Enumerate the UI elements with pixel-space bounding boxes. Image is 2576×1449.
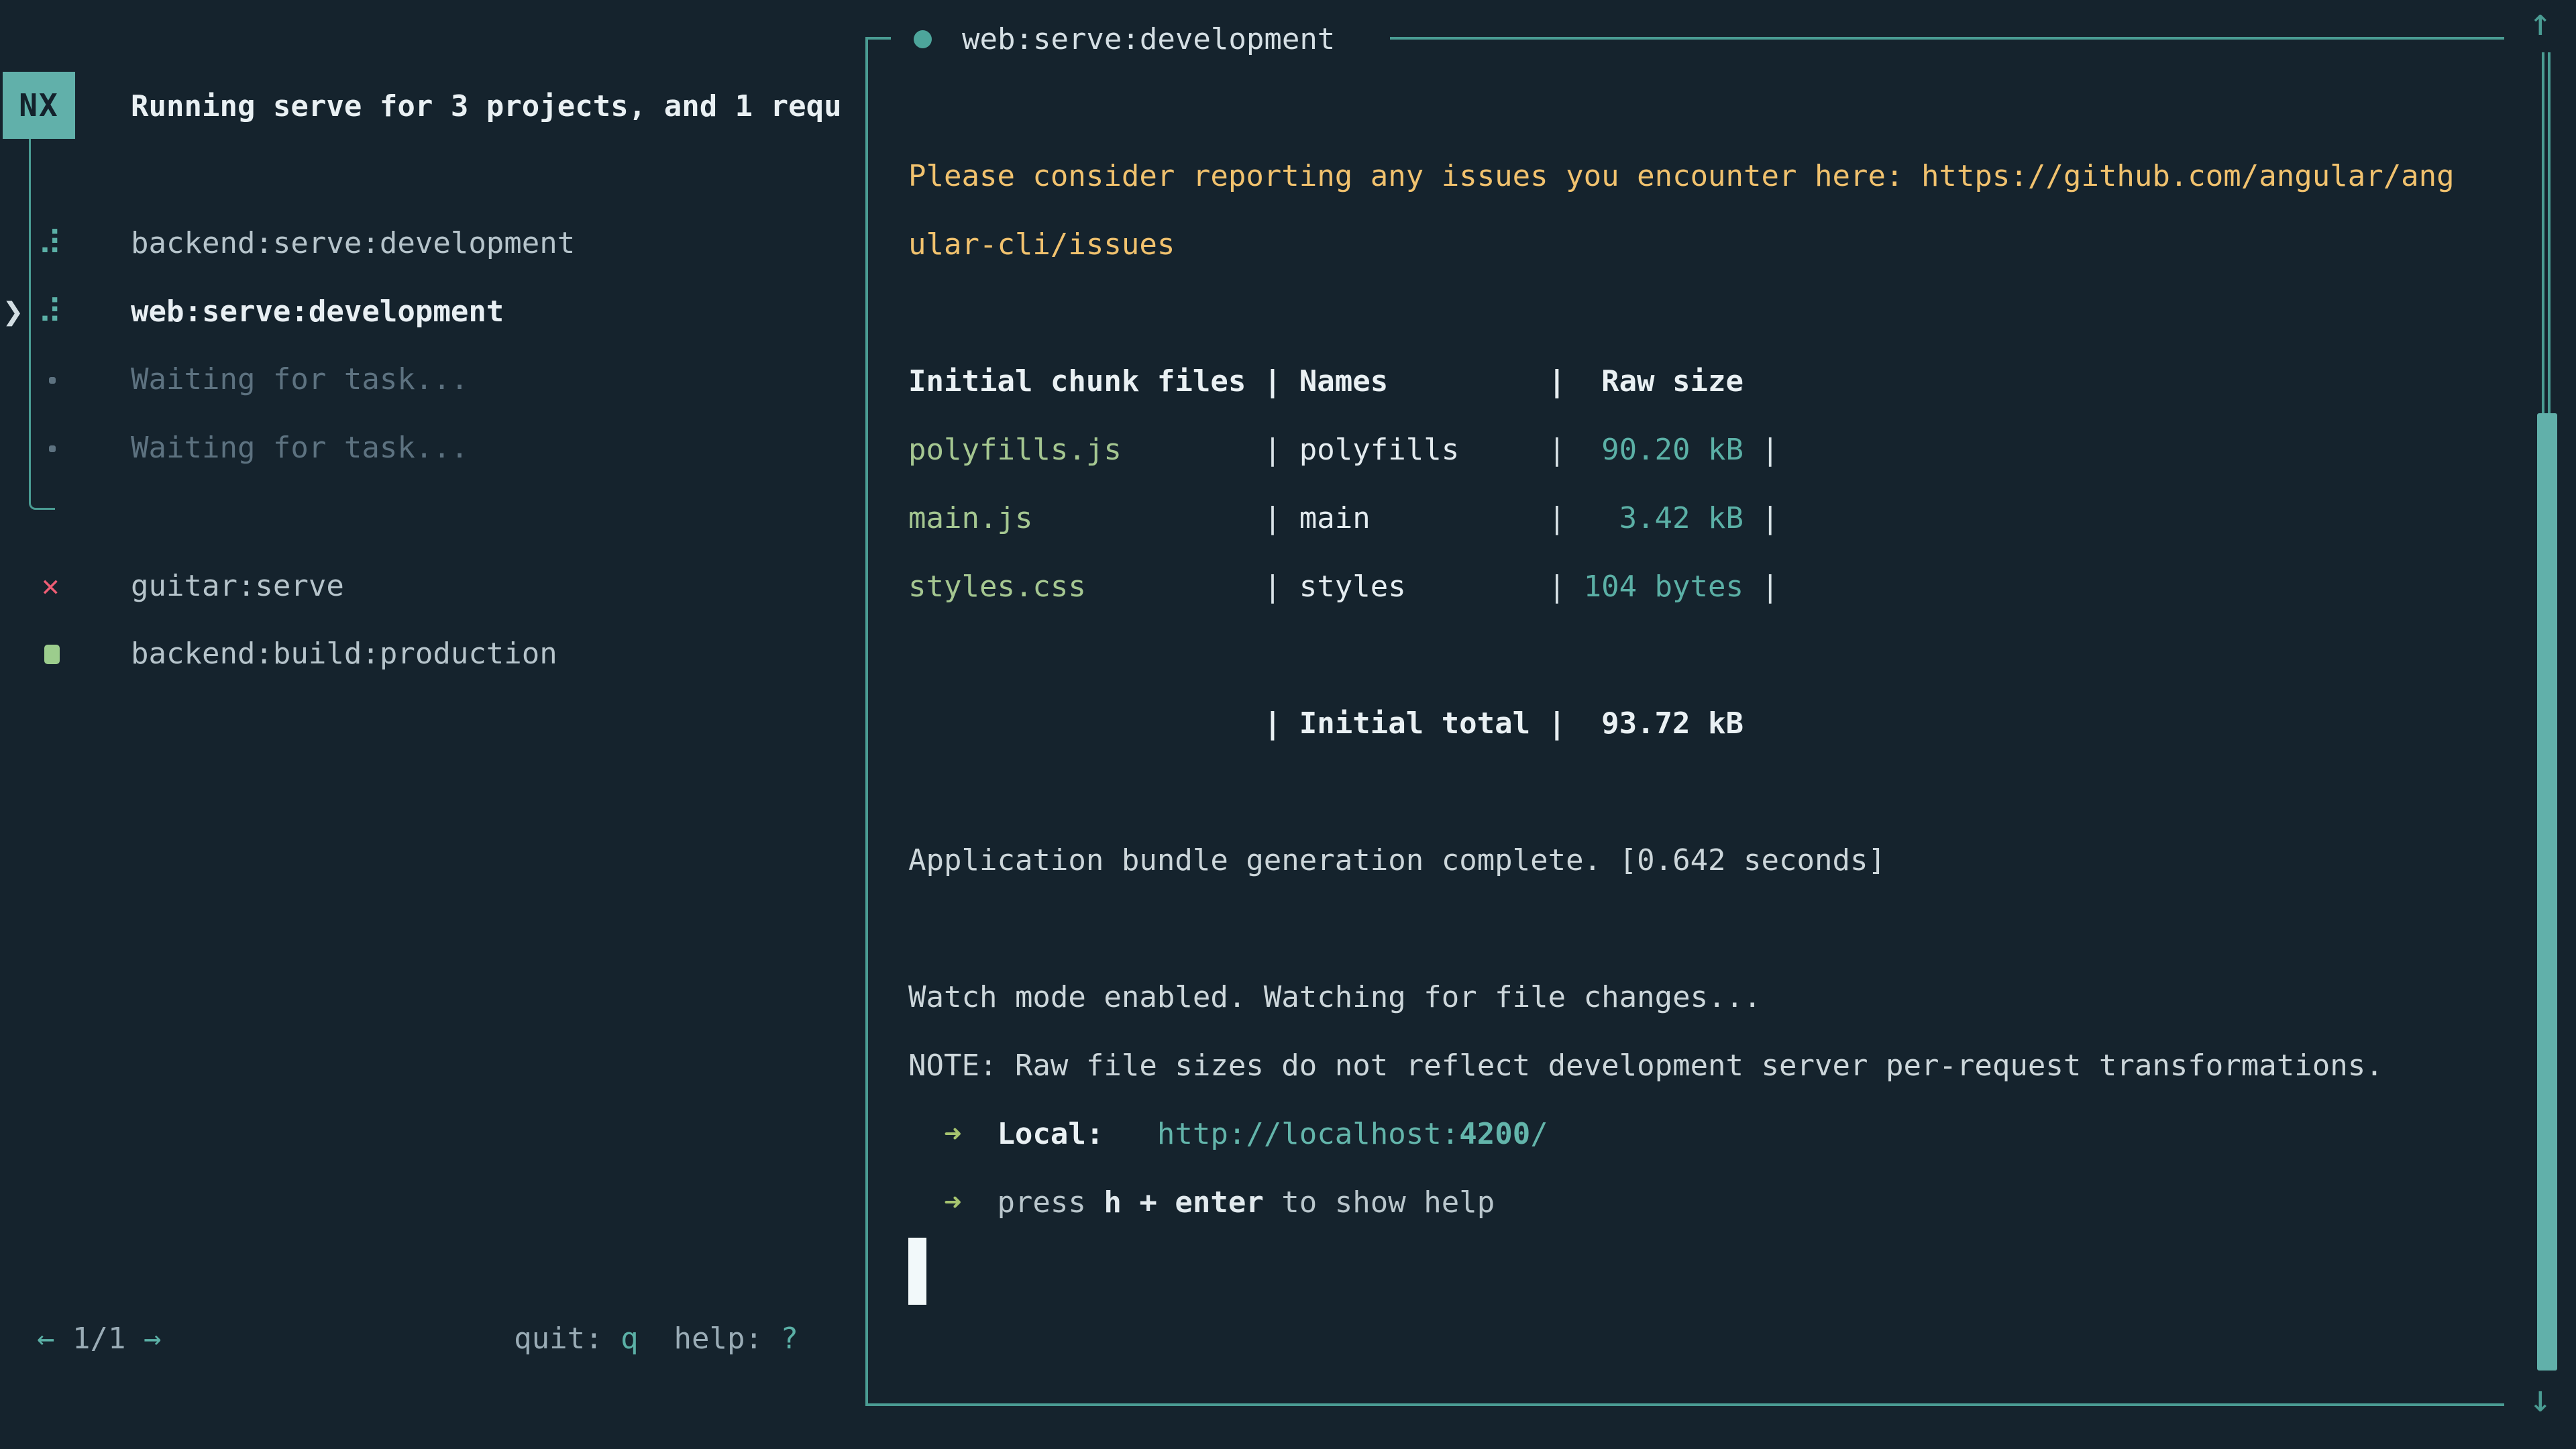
- pipe: |: [1264, 553, 1299, 621]
- total-size: 93.72 kB: [1584, 690, 1743, 758]
- notice-line-1: Please consider reporting any issues you…: [908, 142, 2505, 211]
- quit-key: q: [621, 1322, 639, 1356]
- pager-label: 1/1: [55, 1322, 144, 1356]
- total-label: Initial total: [1299, 690, 1548, 758]
- nx-logo-badge: NX: [3, 72, 75, 139]
- panel-top-border-stub: [865, 37, 891, 40]
- pipe: |: [1743, 484, 1779, 553]
- pipe: |: [1548, 416, 1584, 484]
- task-label: guitar:serve: [131, 552, 344, 621]
- table-header-row: Initial chunk files|Names|Raw size: [908, 347, 2505, 416]
- task-status-dot-icon: [914, 30, 932, 48]
- col-header-files: Initial chunk files: [908, 347, 1264, 416]
- blank-line: [908, 74, 2505, 142]
- pipe: |: [1743, 553, 1779, 621]
- pipe: |: [1264, 416, 1299, 484]
- pipe: |: [1548, 553, 1584, 621]
- scrollbar-thumb[interactable]: [2537, 413, 2557, 1371]
- chunk-name: polyfills: [1299, 416, 1548, 484]
- task-label: backend:serve:development: [131, 209, 575, 278]
- watch-mode-message: Watch mode enabled. Watching for file ch…: [908, 963, 2505, 1032]
- notice-line-2: ular-cli/issues: [908, 211, 2505, 279]
- task-row-waiting-2[interactable]: Waiting for task...: [0, 414, 865, 482]
- panel-bottom-border: [865, 1403, 2504, 1406]
- scroll-up-arrow-icon[interactable]: ↑: [2529, 4, 2552, 42]
- task-sidebar: NX Running serve for 3 projects, and 1 r…: [0, 0, 865, 1449]
- help-keys: h + enter: [1104, 1185, 1263, 1220]
- pipe: |: [1264, 484, 1299, 553]
- scroll-down-arrow-icon[interactable]: ↓: [2529, 1381, 2552, 1418]
- panel-title: web:serve:development: [962, 5, 1335, 74]
- pager: ← 1/1 →: [37, 1305, 161, 1373]
- pipe: |: [1548, 347, 1584, 416]
- nx-tui-terminal: { "header": { "badge": "NX", "title": "R…: [0, 0, 2576, 1449]
- chunk-name: styles: [1299, 553, 1548, 621]
- help-hint-line: ➜press h + enter to show help: [908, 1169, 2505, 1237]
- help-hint-label: help:: [639, 1322, 781, 1356]
- pager-next-icon[interactable]: →: [144, 1322, 162, 1356]
- keyboard-hints: quit: q help: ?: [514, 1305, 798, 1373]
- col-header-raw-size: Raw size: [1584, 347, 1743, 416]
- task-row-web-serve[interactable]: ⠼ web:serve:development: [0, 278, 865, 346]
- table-total-row: |Initial total|93.72 kB: [908, 690, 2505, 758]
- blank-line: [908, 279, 2505, 347]
- task-label-selected: web:serve:development: [131, 278, 504, 346]
- blank-line: [908, 758, 2505, 826]
- bundle-complete-message: Application bundle generation complete. …: [908, 826, 2505, 895]
- table-row: styles.css|styles|104 bytes|: [908, 553, 2505, 621]
- gap: [1104, 1117, 1157, 1151]
- help-key: ?: [781, 1322, 799, 1356]
- pipe: |: [1264, 690, 1299, 758]
- local-url-link[interactable]: http://localhost:4200/: [1157, 1117, 1548, 1151]
- blank-line: [908, 621, 2505, 690]
- task-row-guitar-serve[interactable]: ✕ guitar:serve: [0, 552, 865, 621]
- waiting-dot-icon: [49, 445, 56, 452]
- failed-x-icon: ✕: [42, 552, 60, 621]
- chunk-file: main.js: [908, 484, 1264, 553]
- success-square-icon: [44, 645, 60, 664]
- scrollbar-track[interactable]: [2542, 52, 2551, 413]
- arrow-right-icon: ➜: [944, 1100, 997, 1169]
- chunk-size: 104 bytes: [1584, 553, 1743, 621]
- task-row-waiting-1[interactable]: Waiting for task...: [0, 345, 865, 414]
- pager-prev-icon[interactable]: ←: [37, 1322, 55, 1356]
- local-label: Local:: [997, 1117, 1104, 1151]
- sidebar-status-bar: ← 1/1 → quit: q help: ?: [0, 1305, 865, 1373]
- local-url-line: ➜Local: http://localhost:4200/: [908, 1100, 2505, 1169]
- terminal-block-cursor: [908, 1238, 926, 1305]
- task-output-log: Please consider reporting any issues you…: [908, 74, 2505, 1306]
- col-header-names: Names: [1299, 347, 1548, 416]
- table-row: polyfills.js|polyfills|90.20 kB|: [908, 416, 2505, 484]
- table-row: main.js|main|3.42 kB|: [908, 484, 2505, 553]
- task-row-backend-serve[interactable]: ⠼ backend:serve:development: [0, 209, 865, 278]
- waiting-dot-icon: [49, 377, 56, 384]
- pipe: |: [1548, 690, 1584, 758]
- help-post-text: to show help: [1264, 1185, 1495, 1220]
- help-pre-text: press: [997, 1185, 1104, 1220]
- cursor-line: [908, 1238, 2505, 1306]
- task-label: backend:build:production: [131, 620, 557, 688]
- arrow-right-icon: ➜: [944, 1169, 997, 1237]
- task-row-backend-build[interactable]: backend:build:production: [0, 620, 865, 688]
- chunk-file: styles.css: [908, 553, 1264, 621]
- panel-left-border: [865, 37, 868, 1405]
- chunk-size: 90.20 kB: [1584, 416, 1743, 484]
- panel-title-rule: [1390, 37, 2504, 40]
- chunk-size: 3.42 kB: [1584, 484, 1743, 553]
- pipe: |: [1264, 347, 1299, 416]
- spinner-icon: ⠼: [38, 278, 62, 346]
- chunk-name: main: [1299, 484, 1548, 553]
- task-label: Waiting for task...: [131, 414, 468, 482]
- spinner-icon: ⠼: [38, 209, 62, 278]
- pipe: |: [1743, 416, 1779, 484]
- pipe: |: [1548, 484, 1584, 553]
- blank-line: [908, 895, 2505, 963]
- note-message: NOTE: Raw file sizes do not reflect deve…: [908, 1032, 2505, 1100]
- quit-hint-label: quit:: [514, 1322, 621, 1356]
- run-summary-title: Running serve for 3 projects, and 1 requ: [131, 72, 863, 141]
- chunk-file: polyfills.js: [908, 416, 1264, 484]
- task-label: Waiting for task...: [131, 345, 468, 414]
